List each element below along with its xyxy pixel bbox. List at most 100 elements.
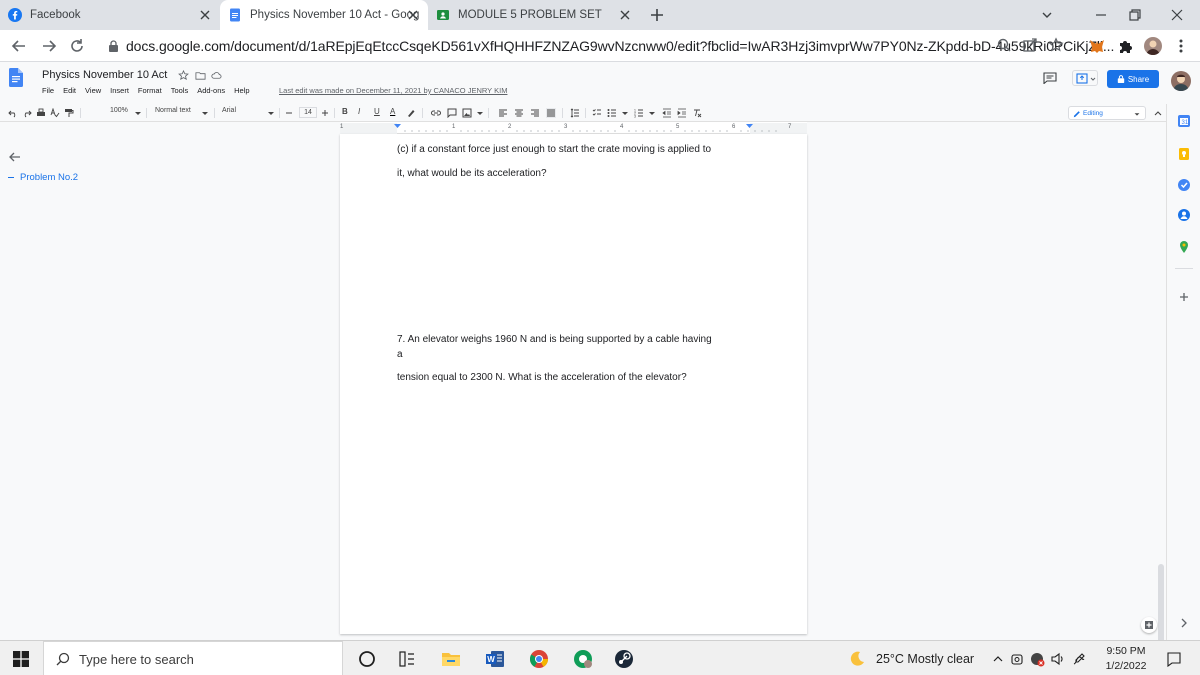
cloud-saved-icon[interactable] xyxy=(211,70,222,81)
document-title[interactable]: Physics November 10 Act xyxy=(42,69,167,81)
chrome-menu-icon[interactable] xyxy=(1172,37,1190,55)
paragraph-style-select[interactable]: Normal text xyxy=(155,107,191,114)
decrease-font-size-icon[interactable] xyxy=(284,108,294,118)
menu-tools[interactable]: Tools xyxy=(171,86,189,95)
last-edit-link[interactable]: Last edit was made on December 11, 2021 … xyxy=(279,86,507,95)
menu-edit[interactable]: Edit xyxy=(63,86,76,95)
tab-search-icon[interactable] xyxy=(1038,6,1056,24)
text-color-button[interactable]: A xyxy=(390,107,395,116)
cortana-icon[interactable] xyxy=(357,649,377,669)
checklist-icon[interactable] xyxy=(592,108,602,118)
metamask-extension-icon[interactable] xyxy=(1088,37,1106,55)
decrease-indent-icon[interactable] xyxy=(662,108,672,118)
reload-icon[interactable] xyxy=(68,37,86,55)
increase-font-size-icon[interactable] xyxy=(320,108,330,118)
google-docs-logo-icon[interactable] xyxy=(9,68,23,87)
google-chrome-icon[interactable] xyxy=(529,649,549,669)
editing-mode-select[interactable]: Editing xyxy=(1068,106,1146,120)
document-page[interactable]: (c) if a constant force just enough to s… xyxy=(340,134,807,634)
underline-button[interactable]: U xyxy=(374,107,380,116)
undo-icon[interactable] xyxy=(8,108,18,118)
keep-icon[interactable] xyxy=(1177,147,1191,161)
close-window-icon[interactable] xyxy=(1168,6,1186,24)
italic-button[interactable]: I xyxy=(358,107,360,116)
calendar-icon[interactable]: 31 xyxy=(1177,114,1191,128)
print-icon[interactable] xyxy=(36,108,46,118)
bold-button[interactable]: B xyxy=(342,107,348,116)
paint-format-icon[interactable] xyxy=(64,108,74,118)
font-select[interactable]: Arial xyxy=(222,107,236,114)
zoom-search-icon[interactable] xyxy=(996,37,1012,53)
pen-workspace-icon[interactable] xyxy=(1071,651,1087,667)
steam-icon[interactable] xyxy=(614,649,634,669)
menu-format[interactable]: Format xyxy=(138,86,162,95)
share-page-icon[interactable] xyxy=(1022,37,1038,53)
speaker-icon[interactable] xyxy=(1050,651,1066,667)
close-outline-arrow-left-icon[interactable] xyxy=(8,150,22,164)
hide-menus-chevron-up-icon[interactable] xyxy=(1153,108,1163,118)
menu-addons[interactable]: Add-ons xyxy=(197,86,225,95)
menu-file[interactable]: File xyxy=(42,86,54,95)
redo-icon[interactable] xyxy=(22,108,32,118)
meet-now-icon[interactable] xyxy=(1009,651,1025,667)
star-icon[interactable] xyxy=(178,70,189,81)
tasks-icon[interactable] xyxy=(1177,178,1191,192)
menu-help[interactable]: Help xyxy=(234,86,249,95)
insert-comment-icon[interactable] xyxy=(447,108,457,118)
outline-heading[interactable]: Problem No.2 xyxy=(8,172,78,183)
clear-formatting-icon[interactable] xyxy=(692,108,702,118)
microsoft-word-icon[interactable]: W xyxy=(485,649,505,669)
insert-link-icon[interactable] xyxy=(431,108,441,118)
chevron-down-icon[interactable] xyxy=(647,108,657,118)
lock-icon[interactable] xyxy=(108,40,119,52)
chevron-down-icon[interactable] xyxy=(475,108,485,118)
account-avatar[interactable] xyxy=(1171,71,1191,91)
taskbar-clock[interactable]: 9:50 PM 1/2/2022 xyxy=(1100,644,1152,674)
line-spacing-icon[interactable] xyxy=(570,108,580,118)
close-icon[interactable] xyxy=(618,8,632,22)
weather-text[interactable]: 25°C Mostly clear xyxy=(876,652,974,666)
windows-start-icon[interactable] xyxy=(13,651,29,667)
align-justify-icon[interactable] xyxy=(546,108,556,118)
close-icon[interactable] xyxy=(198,8,212,22)
tab-facebook[interactable]: Facebook xyxy=(0,0,220,30)
highlight-color-icon[interactable] xyxy=(406,108,416,118)
comment-history-icon[interactable] xyxy=(1043,72,1057,84)
align-left-icon[interactable] xyxy=(498,108,508,118)
get-addons-plus-icon[interactable] xyxy=(1177,290,1191,304)
ruler[interactable]: 1 1 2 3 4 5 6 7 xyxy=(340,122,807,135)
taskbar-search-box[interactable]: Type here to search xyxy=(43,641,343,675)
chevron-down-icon[interactable] xyxy=(266,108,276,118)
chevron-down-icon[interactable] xyxy=(620,108,630,118)
align-center-icon[interactable] xyxy=(514,108,524,118)
show-side-panel-chevron-icon[interactable] xyxy=(1177,616,1191,630)
chevron-down-icon[interactable] xyxy=(133,108,143,118)
close-icon[interactable] xyxy=(406,8,420,22)
maps-icon[interactable] xyxy=(1177,240,1191,254)
insert-image-icon[interactable] xyxy=(462,108,472,118)
notifications-icon[interactable] xyxy=(1166,651,1182,667)
task-view-icon[interactable] xyxy=(397,649,417,669)
vertical-scrollbar[interactable] xyxy=(1158,564,1164,644)
zoom-select[interactable]: 100% xyxy=(110,107,128,114)
weather-moon-icon[interactable] xyxy=(848,650,866,668)
spellcheck-icon[interactable] xyxy=(50,108,60,118)
font-size-input[interactable]: 14 xyxy=(299,107,317,118)
bookmark-star-icon[interactable] xyxy=(1048,37,1064,53)
restore-icon[interactable] xyxy=(1126,6,1144,24)
tab-physics-doc[interactable]: Physics November 10 Act - Goog xyxy=(220,0,428,30)
contacts-icon[interactable] xyxy=(1177,208,1191,222)
profile-avatar[interactable] xyxy=(1144,37,1162,55)
chrome-profile-icon[interactable] xyxy=(573,649,593,669)
extensions-puzzle-icon[interactable] xyxy=(1116,37,1134,55)
share-button[interactable]: Share xyxy=(1107,70,1159,88)
show-hidden-icons-chevron-up-icon[interactable] xyxy=(990,651,1006,667)
increase-indent-icon[interactable] xyxy=(677,108,687,118)
chevron-down-icon[interactable] xyxy=(200,108,210,118)
align-right-icon[interactable] xyxy=(530,108,540,118)
menu-view[interactable]: View xyxy=(85,86,101,95)
minimize-icon[interactable] xyxy=(1092,6,1110,24)
forward-icon[interactable] xyxy=(40,37,58,55)
bulleted-list-icon[interactable] xyxy=(607,108,617,118)
omnibox[interactable]: docs.google.com/document/d/1aREpjEqEtccC… xyxy=(100,34,1114,58)
